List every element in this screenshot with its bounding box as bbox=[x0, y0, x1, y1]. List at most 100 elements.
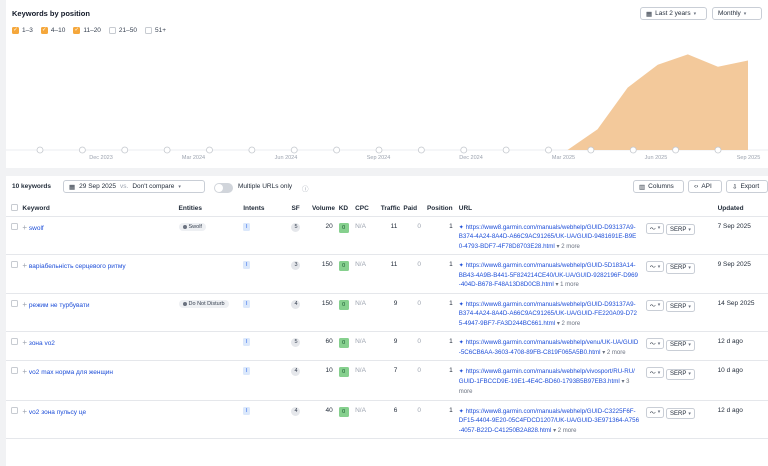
row-checkbox[interactable] bbox=[11, 338, 18, 345]
x-tick-label: Dec 2023 bbox=[89, 155, 113, 161]
trend-chart-button[interactable]: 〜 ▾ bbox=[645, 299, 665, 311]
serp-button[interactable]: SERP ▾ bbox=[666, 339, 695, 351]
legend-item-1-3[interactable]: ✓ 1–3 bbox=[12, 27, 33, 34]
table-row: + режим не турбувати Do Not Disturb I 4 … bbox=[6, 293, 768, 332]
columns-button[interactable]: ▥ Columns bbox=[633, 180, 684, 193]
legend-checkbox[interactable] bbox=[108, 27, 116, 34]
more-urls-toggle[interactable]: ▾ 2 more bbox=[557, 244, 580, 250]
entity-icon bbox=[182, 301, 187, 306]
api-button[interactable]: ‹› API bbox=[688, 180, 722, 193]
event-marker bbox=[163, 146, 171, 154]
keyword-link[interactable]: vo2 max норма для женщин bbox=[29, 369, 113, 376]
chevron-down-icon: ▾ bbox=[657, 302, 661, 308]
keyword-link[interactable]: варіабельність серцевого ритму bbox=[29, 263, 126, 270]
serp-features-count[interactable]: 5 bbox=[291, 338, 301, 347]
more-urls-toggle[interactable]: ▾ 2 more bbox=[553, 428, 576, 434]
col-sf[interactable]: SF bbox=[291, 202, 312, 217]
period-select[interactable]: ▦ Last 2 years ▾ bbox=[640, 7, 707, 20]
trend-chart-button[interactable]: 〜 ▾ bbox=[645, 222, 665, 234]
legend-item-11-20[interactable]: ✓ 11–20 bbox=[73, 27, 101, 34]
trend-chart-button[interactable]: 〜 ▾ bbox=[645, 338, 665, 349]
trend-chart-button[interactable]: 〜 ▾ bbox=[645, 406, 665, 418]
url-link[interactable]: https://www8.garmin.com/manuals/webhelp/… bbox=[459, 368, 635, 385]
export-button[interactable]: ⇩ Export bbox=[726, 180, 768, 193]
sitelink-icon: ✦ bbox=[458, 368, 464, 375]
url-link[interactable]: https://www8.garmin.com/manuals/webhelp/… bbox=[459, 301, 637, 327]
event-marker bbox=[78, 146, 86, 154]
keyword-link[interactable]: зона vo2 bbox=[29, 340, 55, 347]
keyword-link[interactable]: swolf bbox=[29, 225, 44, 232]
date-compare-select[interactable]: ▦ 29 Sep 2025 vs. Don't compare ▾ bbox=[63, 180, 205, 193]
legend-label: 1–3 bbox=[22, 27, 33, 34]
interval-select[interactable]: Monthly ▾ bbox=[712, 7, 762, 20]
paid-value: 0 bbox=[417, 406, 421, 414]
serp-button[interactable]: SERP ▾ bbox=[666, 224, 695, 235]
url-link[interactable]: https://www8.garmin.com/manuals/webhelp/… bbox=[459, 408, 639, 434]
serp-button[interactable]: SERP ▾ bbox=[666, 301, 695, 312]
row-checkbox[interactable] bbox=[11, 261, 18, 268]
serp-features-count[interactable]: 4 bbox=[291, 367, 301, 376]
add-to-list-icon[interactable]: + bbox=[22, 338, 27, 347]
add-to-list-icon[interactable]: + bbox=[22, 223, 27, 232]
multiple-urls-toggle[interactable] bbox=[214, 183, 233, 193]
export-icon: ⇩ bbox=[732, 183, 738, 191]
add-to-list-icon[interactable]: + bbox=[22, 261, 27, 270]
more-urls-toggle[interactable]: ▾ 1 more bbox=[555, 282, 578, 288]
serp-label: SERP bbox=[670, 410, 687, 417]
legend-checkbox[interactable] bbox=[145, 27, 152, 34]
x-tick-label: Jun 2025 bbox=[645, 155, 668, 161]
trend-chart-button[interactable]: 〜 ▾ bbox=[645, 367, 665, 378]
col-updated[interactable]: Updated bbox=[717, 202, 768, 217]
trend-icon: 〜 bbox=[649, 371, 656, 377]
col-keyword[interactable]: Keyword bbox=[22, 202, 179, 217]
event-marker bbox=[36, 146, 44, 154]
legend-checkbox[interactable]: ✓ bbox=[40, 27, 48, 34]
traffic-value: 11 bbox=[390, 222, 398, 230]
trend-chart-button[interactable]: 〜 ▾ bbox=[645, 261, 665, 272]
table-row: + vo2 max норма для женщин I 4 10 0 N/A … bbox=[6, 360, 768, 401]
x-tick-label: Mar 2024 bbox=[182, 155, 205, 161]
serp-button[interactable]: SERP ▾ bbox=[666, 368, 695, 380]
keyword-link[interactable]: режим не турбувати bbox=[29, 302, 90, 309]
position-value: 1 bbox=[449, 261, 453, 268]
cpc-value: N/A bbox=[355, 299, 366, 307]
legend-item-4-10[interactable]: ✓ 4–10 bbox=[40, 27, 65, 34]
serp-features-count[interactable]: 4 bbox=[291, 406, 301, 416]
col-traffic[interactable]: Traffic bbox=[380, 202, 404, 217]
select-all-checkbox[interactable] bbox=[11, 204, 18, 212]
keyword-link[interactable]: vo2 зона пульсу це bbox=[29, 409, 86, 416]
col-volume[interactable]: Volume bbox=[312, 202, 339, 217]
col-paid[interactable]: Paid bbox=[403, 202, 427, 217]
legend-item-51-plus[interactable]: 51+ bbox=[145, 27, 166, 34]
row-checkbox[interactable] bbox=[11, 367, 18, 374]
add-to-list-icon[interactable]: + bbox=[22, 407, 27, 416]
url-link[interactable]: https://www8.garmin.com/manuals/webhelp/… bbox=[459, 224, 636, 250]
serp-button[interactable]: SERP ▾ bbox=[666, 408, 695, 419]
more-urls-label: 2 more bbox=[561, 243, 580, 250]
more-urls-toggle[interactable]: ▾ 2 more bbox=[557, 321, 580, 327]
serp-label: SERP bbox=[670, 265, 687, 271]
row-checkbox[interactable] bbox=[11, 222, 18, 230]
col-position[interactable]: Position bbox=[426, 202, 459, 217]
legend-checkbox[interactable]: ✓ bbox=[12, 27, 19, 34]
add-to-list-icon[interactable]: + bbox=[22, 300, 27, 309]
add-to-list-icon[interactable]: + bbox=[22, 367, 27, 376]
serp-features-count[interactable]: 3 bbox=[291, 261, 301, 270]
more-urls-toggle[interactable]: ▾ 2 more bbox=[602, 350, 625, 356]
legend-item-21-50[interactable]: 21–50 bbox=[108, 27, 137, 34]
intent-badge: I bbox=[243, 406, 251, 415]
serp-features-count[interactable]: 4 bbox=[291, 299, 301, 309]
legend-checkbox[interactable]: ✓ bbox=[73, 27, 81, 34]
serp-button[interactable]: SERP ▾ bbox=[666, 262, 695, 274]
kd-badge: 0 bbox=[338, 406, 349, 417]
volume-value: 150 bbox=[321, 261, 333, 268]
row-checkbox[interactable] bbox=[11, 406, 18, 414]
trend-icon: 〜 bbox=[649, 342, 656, 348]
col-kd[interactable]: KD bbox=[338, 202, 356, 217]
col-cpc[interactable]: CPC bbox=[355, 202, 381, 217]
row-checkbox[interactable] bbox=[11, 299, 18, 307]
serp-features-count[interactable]: 5 bbox=[291, 222, 301, 232]
url-link[interactable]: https://www8.garmin.com/manuals/webhelp/… bbox=[459, 262, 638, 288]
paid-value: 0 bbox=[417, 261, 421, 268]
chevron-down-icon: ▾ bbox=[688, 410, 691, 417]
